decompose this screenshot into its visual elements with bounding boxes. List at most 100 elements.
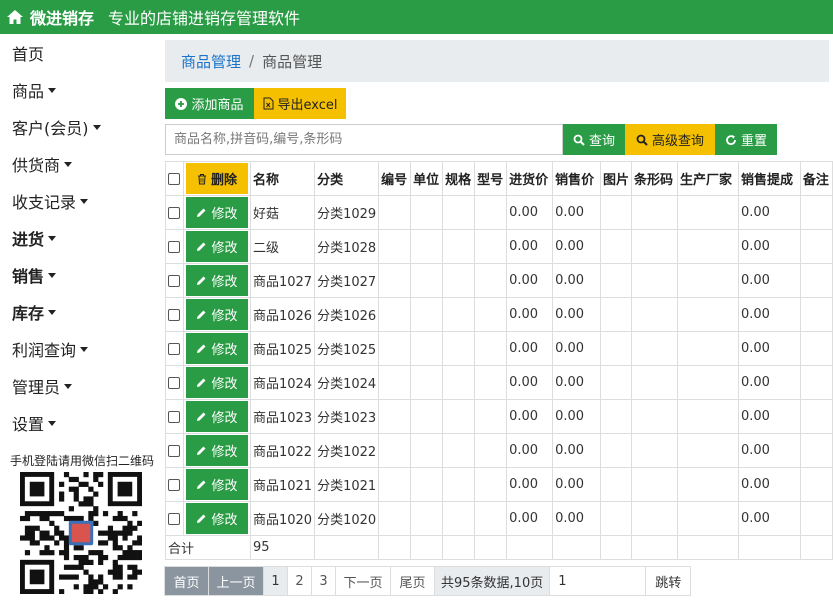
total-empty-cell	[677, 535, 739, 560]
sidebar-item-9[interactable]: 管理员	[0, 367, 164, 404]
edit-button[interactable]: 修改	[185, 401, 248, 432]
row-checkbox[interactable]	[168, 444, 180, 457]
add-product-button[interactable]: 添加商品	[165, 88, 254, 119]
next-page-button[interactable]: 下一页	[335, 566, 391, 596]
edit-button[interactable]: 修改	[185, 231, 248, 262]
search-button[interactable]: 查询	[563, 124, 625, 155]
cell-sale-price: 0.00	[552, 467, 602, 502]
first-page-button[interactable]: 首页	[164, 566, 209, 596]
cell-name: 商品1024	[249, 365, 316, 400]
row-checkbox[interactable]	[168, 206, 180, 219]
column-header[interactable]: 条形码	[631, 161, 679, 196]
cell-image	[600, 331, 633, 366]
sidebar-item-6[interactable]: 销售	[0, 256, 164, 293]
column-header[interactable]: 备注	[799, 161, 833, 196]
edit-button[interactable]: 修改	[185, 503, 248, 534]
row-checkbox[interactable]	[168, 274, 180, 287]
sidebar-item-label: 首页	[12, 44, 45, 64]
search-button-label: 查询	[588, 134, 615, 149]
column-header[interactable]: 单位	[410, 161, 444, 196]
column-header[interactable]: 规格	[442, 161, 476, 196]
row-checkbox[interactable]	[168, 240, 180, 253]
row-checkbox[interactable]	[168, 512, 180, 525]
total-empty-cell	[314, 535, 380, 560]
page-2-button[interactable]: 2	[287, 566, 312, 596]
breadcrumb-parent-link[interactable]: 商品管理	[181, 51, 241, 72]
sidebar-item-2[interactable]: 客户(会员)	[0, 108, 164, 145]
edit-button-label: 修改	[211, 207, 238, 222]
page-3-button[interactable]: 3	[311, 566, 336, 596]
search-input[interactable]	[165, 124, 563, 155]
cell-model	[474, 365, 508, 400]
caret-down-icon	[80, 347, 89, 352]
column-header[interactable]: 型号	[474, 161, 508, 196]
sidebar-item-8[interactable]: 利润查询	[0, 330, 164, 367]
sidebar-item-10[interactable]: 设置	[0, 404, 164, 441]
row-checkbox[interactable]	[168, 410, 180, 423]
column-header[interactable]: 生产厂家	[677, 161, 739, 196]
edit-button[interactable]: 修改	[185, 197, 248, 228]
caret-down-icon	[48, 88, 57, 93]
column-header[interactable]: 进货价	[506, 161, 554, 196]
column-header[interactable]: 销售提成	[737, 161, 801, 196]
sidebar-item-3[interactable]: 供货商	[0, 145, 164, 182]
trash-icon	[197, 173, 206, 184]
row-checkbox[interactable]	[168, 342, 180, 355]
sidebar-item-label: 供货商	[12, 155, 61, 175]
sidebar-item-0[interactable]: 首页	[0, 34, 164, 71]
edit-button[interactable]: 修改	[185, 299, 248, 330]
cell-purchase-price: 0.00	[506, 399, 554, 434]
row-checkbox[interactable]	[168, 376, 180, 389]
jump-page-input[interactable]: 1	[549, 566, 647, 596]
last-page-button[interactable]: 尾页	[390, 566, 435, 596]
table-row: 修改 商品1026 分类1026 0.00 0.00 0.00	[165, 297, 833, 332]
jump-button[interactable]: 跳转	[645, 566, 692, 596]
cell-model	[474, 399, 508, 434]
caret-down-icon	[48, 310, 57, 315]
cell-remark	[799, 365, 833, 400]
cell-category: 分类1028	[314, 229, 380, 264]
cell-spec	[442, 501, 476, 536]
column-header[interactable]: 分类	[314, 161, 380, 196]
row-select-cell	[165, 399, 184, 434]
select-all-checkbox[interactable]	[168, 172, 180, 185]
export-excel-button[interactable]: 导出excel	[254, 88, 346, 119]
cell-manufacturer	[677, 263, 739, 298]
delete-cell: 删除	[182, 161, 251, 196]
app-brand[interactable]: 微进销存	[30, 5, 94, 29]
search-icon	[636, 134, 648, 146]
reset-button[interactable]: 重置	[715, 124, 777, 155]
column-header[interactable]: 图片	[600, 161, 633, 196]
edit-button[interactable]: 修改	[185, 367, 248, 398]
cell-image	[600, 229, 633, 264]
edit-button-label: 修改	[211, 309, 238, 324]
cell-spec	[442, 263, 476, 298]
cell-commission: 0.00	[737, 501, 801, 536]
prev-page-button[interactable]: 上一页	[208, 566, 264, 596]
pencil-icon	[197, 208, 206, 217]
edit-button[interactable]: 修改	[185, 265, 248, 296]
row-checkbox[interactable]	[168, 308, 180, 321]
total-empty-cell	[378, 535, 412, 560]
cell-commission: 0.00	[737, 263, 801, 298]
pencil-icon	[197, 412, 206, 421]
cell-commission: 0.00	[737, 399, 801, 434]
home-icon[interactable]	[6, 9, 24, 25]
edit-button[interactable]: 修改	[185, 469, 248, 500]
column-header[interactable]: 编号	[378, 161, 412, 196]
advanced-search-button[interactable]: 高级查询	[625, 124, 715, 155]
edit-button[interactable]: 修改	[185, 435, 248, 466]
sidebar-item-7[interactable]: 库存	[0, 293, 164, 330]
row-checkbox[interactable]	[168, 478, 180, 491]
total-row: 合计 95	[165, 535, 833, 560]
page-1-button[interactable]: 1	[263, 566, 288, 596]
sidebar-item-1[interactable]: 商品	[0, 71, 164, 108]
delete-button[interactable]: 删除	[185, 163, 248, 194]
cell-unit	[410, 501, 444, 536]
sidebar-item-4[interactable]: 收支记录	[0, 182, 164, 219]
column-header[interactable]: 名称	[249, 161, 316, 196]
cell-spec	[442, 195, 476, 230]
sidebar-item-5[interactable]: 进货	[0, 219, 164, 256]
edit-button[interactable]: 修改	[185, 333, 248, 364]
column-header[interactable]: 销售价	[552, 161, 602, 196]
